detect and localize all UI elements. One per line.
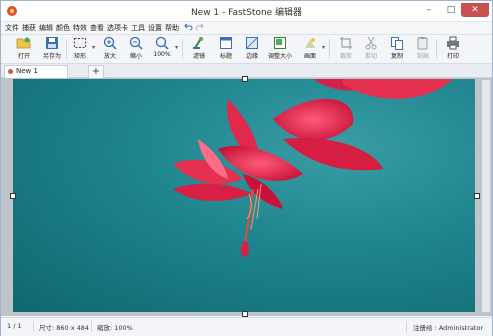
caption-icon — [220, 37, 232, 49]
maximize-button[interactable]: □ — [441, 3, 461, 17]
filter-label: 滤镜 — [192, 53, 205, 60]
rectangle-select-icon — [74, 38, 86, 48]
paste-button[interactable]: 粘贴 — [408, 36, 438, 62]
menu-help[interactable]: 帮助 — [165, 23, 179, 33]
printer-icon — [447, 36, 459, 50]
canvas-dropdown-icon[interactable]: ▾ — [322, 44, 325, 51]
menu-tools[interactable]: 工具 — [131, 23, 145, 33]
close-button[interactable]: ✕ — [461, 3, 489, 17]
rectangle-select-label: 矩形 — [73, 53, 86, 60]
status-bar: 1 / 1 尺寸: 860 x 484 缩放: 100% 注册给 : Admin… — [1, 317, 492, 336]
open-label: 打开 — [17, 53, 30, 60]
document-tab-label: New 1 — [16, 67, 38, 75]
canvas-label: 画面 — [303, 53, 316, 60]
edited-image[interactable] — [13, 79, 475, 312]
app-window: New 1 - FastStone 编辑器 – □ ✕ 文件 捕获 编辑 颜色 … — [0, 0, 493, 336]
magnifier-icon — [155, 36, 169, 50]
canvas-icon — [305, 38, 315, 48]
toolbar-separator — [182, 39, 183, 59]
print-label: 打印 — [446, 53, 459, 60]
canvas-button[interactable]: 画面 — [295, 36, 325, 62]
edge-icon — [246, 37, 258, 49]
toolbar-separator — [329, 39, 330, 59]
zoom-in-icon — [103, 36, 117, 50]
undo-icon[interactable] — [184, 23, 193, 33]
status-page: 1 / 1 — [7, 322, 22, 330]
edge-label: 边缘 — [245, 53, 258, 60]
menu-view[interactable]: 查看 — [90, 23, 104, 33]
minimize-button[interactable]: – — [419, 3, 439, 17]
open-button[interactable]: 打开 — [9, 36, 39, 62]
menu-capture[interactable]: 捕获 — [22, 23, 36, 33]
new-tab-button[interactable]: + — [88, 65, 104, 78]
status-separator — [406, 321, 407, 332]
edge-button[interactable]: 边缘 — [237, 36, 267, 62]
vertical-scrollbar[interactable] — [482, 80, 490, 312]
document-tab[interactable]: New 1 — [4, 65, 68, 78]
status-separator — [33, 321, 34, 332]
redo-icon[interactable] — [195, 23, 204, 33]
menu-tabs[interactable]: 选项卡 — [107, 23, 128, 33]
menu-bar: 文件 捕获 编辑 颜色 特效 查看 选项卡 工具 设置 帮助 — [1, 22, 492, 35]
scissors-icon — [365, 36, 377, 50]
tab-modified-icon — [8, 69, 13, 74]
paste-icon — [417, 37, 428, 50]
canvas-area — [1, 76, 492, 317]
resize-handle-right[interactable] — [474, 193, 480, 199]
menu-effects[interactable]: 特效 — [73, 23, 87, 33]
resize-handle-top[interactable] — [242, 76, 248, 82]
status-registered: 注册给 : Administrator — [413, 324, 484, 332]
folder-open-icon — [16, 37, 31, 49]
paste-label: 粘贴 — [416, 53, 429, 60]
status-zoom: 缩放: 100% — [97, 324, 133, 332]
zoom-out-icon — [129, 36, 143, 50]
menu-settings[interactable]: 设置 — [148, 23, 162, 33]
zoom-100-button[interactable]: 100% — [147, 36, 177, 62]
zoom-dropdown-icon[interactable]: ▾ — [175, 44, 178, 51]
copy-icon — [391, 37, 403, 50]
save-as-label: 另存为 — [42, 53, 61, 60]
print-button[interactable]: 打印 — [438, 36, 468, 62]
resize-label: 调整大小 — [267, 53, 292, 60]
crop-icon — [340, 37, 352, 49]
resize-handle-left[interactable] — [10, 193, 16, 199]
filter-button[interactable]: 滤镜 — [184, 36, 214, 62]
zoom-100-label: 100% — [153, 51, 171, 58]
resize-button[interactable]: 调整大小 — [265, 36, 295, 62]
toolbar: 打开 另存为 矩形 ▾ 放大 缩小 100% ▾ 滤镜 标题 边缘 调整大小 画… — [1, 35, 492, 64]
save-icon — [46, 37, 58, 49]
toolbar-separator — [436, 39, 437, 59]
filter-icon — [193, 37, 203, 49]
menu-color[interactable]: 颜色 — [56, 23, 70, 33]
menu-file[interactable]: 文件 — [5, 23, 19, 33]
save-as-button[interactable]: 另存为 — [37, 36, 67, 62]
status-size: 尺寸: 860 x 484 — [39, 324, 90, 332]
rectangle-select-button[interactable]: 矩形 — [65, 36, 95, 62]
menu-edit[interactable]: 编辑 — [39, 23, 53, 33]
status-separator — [91, 321, 92, 332]
flower-image — [173, 79, 453, 257]
title-bar: New 1 - FastStone 编辑器 – □ ✕ — [1, 1, 492, 22]
resize-icon — [274, 37, 286, 49]
